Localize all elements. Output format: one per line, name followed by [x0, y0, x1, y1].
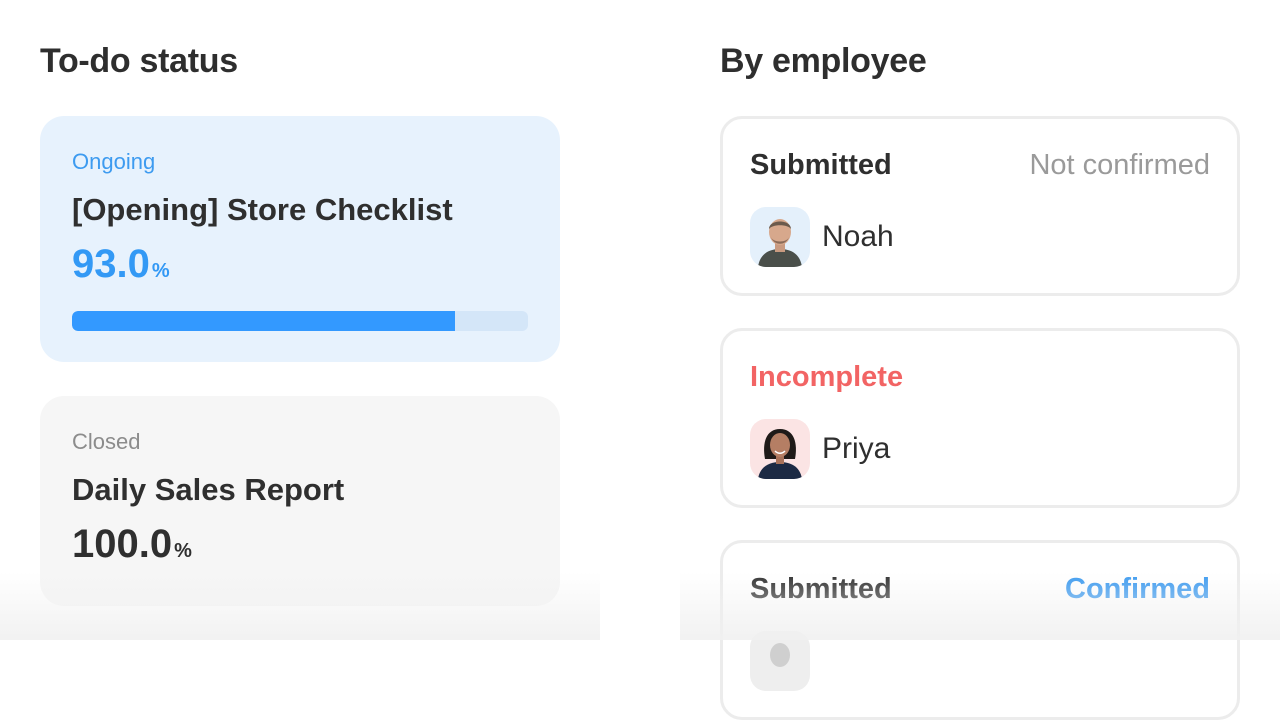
- todo-title: Daily Sales Report: [72, 472, 345, 507]
- person-photo-avatar-icon: [770, 643, 790, 667]
- avatar: [750, 631, 810, 691]
- man-photo-avatar-icon: [758, 219, 802, 267]
- todo-status-label: Ongoing: [72, 149, 156, 174]
- todo-card-store-checklist[interactable]: Ongoing [Opening] Store Checklist 93.0%: [40, 116, 560, 362]
- avatar: [750, 419, 810, 479]
- submission-status: Submitted: [750, 149, 892, 181]
- confirmation-status: Not confirmed: [1029, 149, 1210, 181]
- avatar: [750, 207, 810, 267]
- employee-name: Noah: [822, 220, 894, 253]
- percentage-unit: %: [174, 540, 192, 562]
- todo-status-label: Closed: [72, 429, 141, 454]
- todo-title: [Opening] Store Checklist: [72, 192, 453, 227]
- employee-name: Priya: [822, 432, 891, 465]
- by-employee-heading: By employee: [720, 42, 927, 80]
- progress-bar-fill: [72, 311, 456, 331]
- percentage-value: 93.0: [72, 242, 150, 286]
- employee-card-noah[interactable]: Submitted Not confirmed Noah: [720, 116, 1240, 296]
- progress-bar: [72, 311, 528, 331]
- todo-percentage: 93.0%: [72, 240, 528, 297]
- percentage-unit: %: [151, 260, 170, 282]
- todo-card-daily-sales-report[interactable]: Closed Daily Sales Report 100.0%: [40, 396, 560, 606]
- todo-status-heading: To-do status: [40, 42, 238, 80]
- confirmation-status: Confirmed: [1065, 573, 1210, 605]
- employee-card-confirmed[interactable]: Submitted Confirmed: [720, 540, 1240, 720]
- submission-status: Submitted: [750, 573, 892, 605]
- woman-photo-avatar-icon: [758, 429, 802, 479]
- todo-percentage: 100.0%: [72, 520, 528, 577]
- employee-card-priya[interactable]: Incomplete Priya: [720, 328, 1240, 508]
- percentage-value: 100.0: [72, 522, 173, 566]
- submission-status: Incomplete: [750, 361, 904, 393]
